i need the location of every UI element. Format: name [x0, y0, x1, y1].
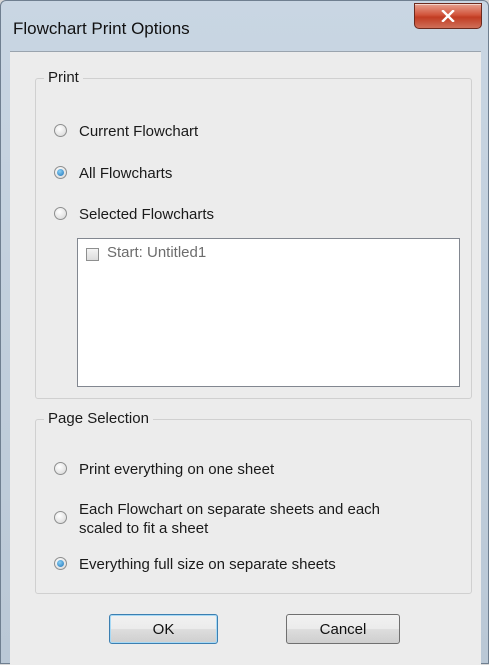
print-group-legend: Print: [44, 69, 83, 86]
list-item-label: Start: Untitled1: [107, 244, 207, 261]
radio-label: Selected Flowcharts: [79, 206, 215, 223]
title-bar: Flowchart Print Options: [1, 1, 488, 51]
radio-circle: [54, 462, 67, 475]
flowchart-listbox[interactable]: Start: Untitled1: [77, 238, 460, 387]
radio-full-size-separate-sheets[interactable]: Everything full size on separate sheets: [54, 555, 336, 574]
radio-circle: [54, 124, 67, 137]
radio-all-flowcharts[interactable]: All Flowcharts: [54, 164, 172, 183]
close-icon: [441, 10, 455, 22]
radio-label: Print everything on one sheet: [79, 461, 275, 478]
dialog-window: Flowchart Print Options Print Current Fl…: [0, 0, 489, 665]
radio-label: Current Flowchart: [79, 123, 199, 140]
radio-current-flowchart[interactable]: Current Flowchart: [54, 122, 198, 141]
radio-label: Everything full size on separate sheets: [79, 556, 336, 573]
radio-circle-checked: [54, 557, 67, 570]
radio-circle-checked: [54, 166, 67, 179]
radio-label: All Flowcharts: [79, 165, 173, 182]
radio-circle: [54, 207, 67, 220]
radio-selected-flowcharts[interactable]: Selected Flowcharts: [54, 205, 214, 224]
radio-scaled-separate-sheets[interactable]: Each Flowchart on separate sheets and ea…: [54, 500, 414, 538]
dialog-title: Flowchart Print Options: [13, 19, 190, 38]
ok-button[interactable]: OK: [109, 614, 218, 644]
dialog-body: Print Current Flowchart All Flowcharts S…: [10, 51, 481, 665]
page-selection-legend: Page Selection: [44, 410, 153, 427]
flowchart-checkbox[interactable]: [86, 248, 99, 261]
cancel-button[interactable]: Cancel: [286, 614, 400, 644]
radio-label: Each Flowchart on separate sheets and ea…: [79, 501, 381, 537]
close-button[interactable]: [414, 3, 482, 29]
radio-circle: [54, 511, 67, 524]
radio-print-one-sheet[interactable]: Print everything on one sheet: [54, 460, 274, 479]
